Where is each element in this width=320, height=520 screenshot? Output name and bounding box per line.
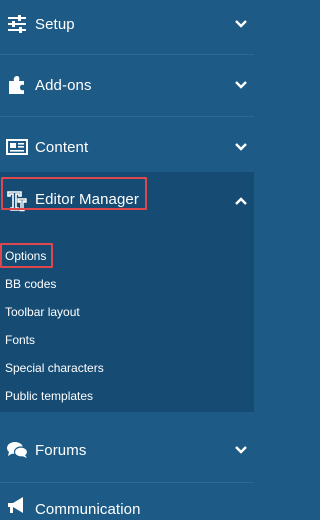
chat-bubbles-icon (6, 439, 28, 461)
puzzle-icon (6, 74, 28, 96)
chevron-down-icon[interactable] (234, 17, 248, 31)
admin-sidebar: Setup Add-ons Content Editor Manager Opt… (0, 0, 254, 518)
sliders-icon (6, 13, 28, 35)
divider (0, 116, 254, 117)
chevron-down-icon[interactable] (234, 140, 248, 154)
sidebar-section-setup[interactable]: Setup (0, 0, 254, 48)
highlight-box (0, 243, 53, 268)
submenu-item-toolbar-layout[interactable]: Toolbar layout (5, 305, 80, 319)
megaphone-icon (6, 495, 28, 517)
submenu-item-bb-codes[interactable]: BB codes (5, 277, 56, 291)
sidebar-section-addons[interactable]: Add-ons (0, 60, 254, 110)
chevron-down-icon[interactable] (234, 443, 248, 457)
chevron-down-icon[interactable] (234, 78, 248, 92)
sidebar-section-forums[interactable]: Forums (0, 424, 254, 476)
newspaper-icon (6, 136, 28, 158)
divider (0, 54, 254, 55)
submenu-item-fonts[interactable]: Fonts (5, 333, 35, 347)
divider (0, 482, 254, 483)
highlight-box (1, 177, 147, 210)
sidebar-section-label: Forums (35, 441, 87, 459)
sidebar-section-communication[interactable]: Communication (0, 490, 254, 520)
sidebar-section-label: Setup (35, 15, 75, 33)
chevron-up-icon[interactable] (234, 194, 248, 208)
submenu-item-public-templates[interactable]: Public templates (5, 389, 93, 403)
sidebar-section-label: Content (35, 138, 89, 156)
sidebar-section-label: Add-ons (35, 76, 92, 94)
sidebar-section-content[interactable]: Content (0, 122, 254, 172)
submenu-item-special-characters[interactable]: Special characters (5, 361, 104, 375)
